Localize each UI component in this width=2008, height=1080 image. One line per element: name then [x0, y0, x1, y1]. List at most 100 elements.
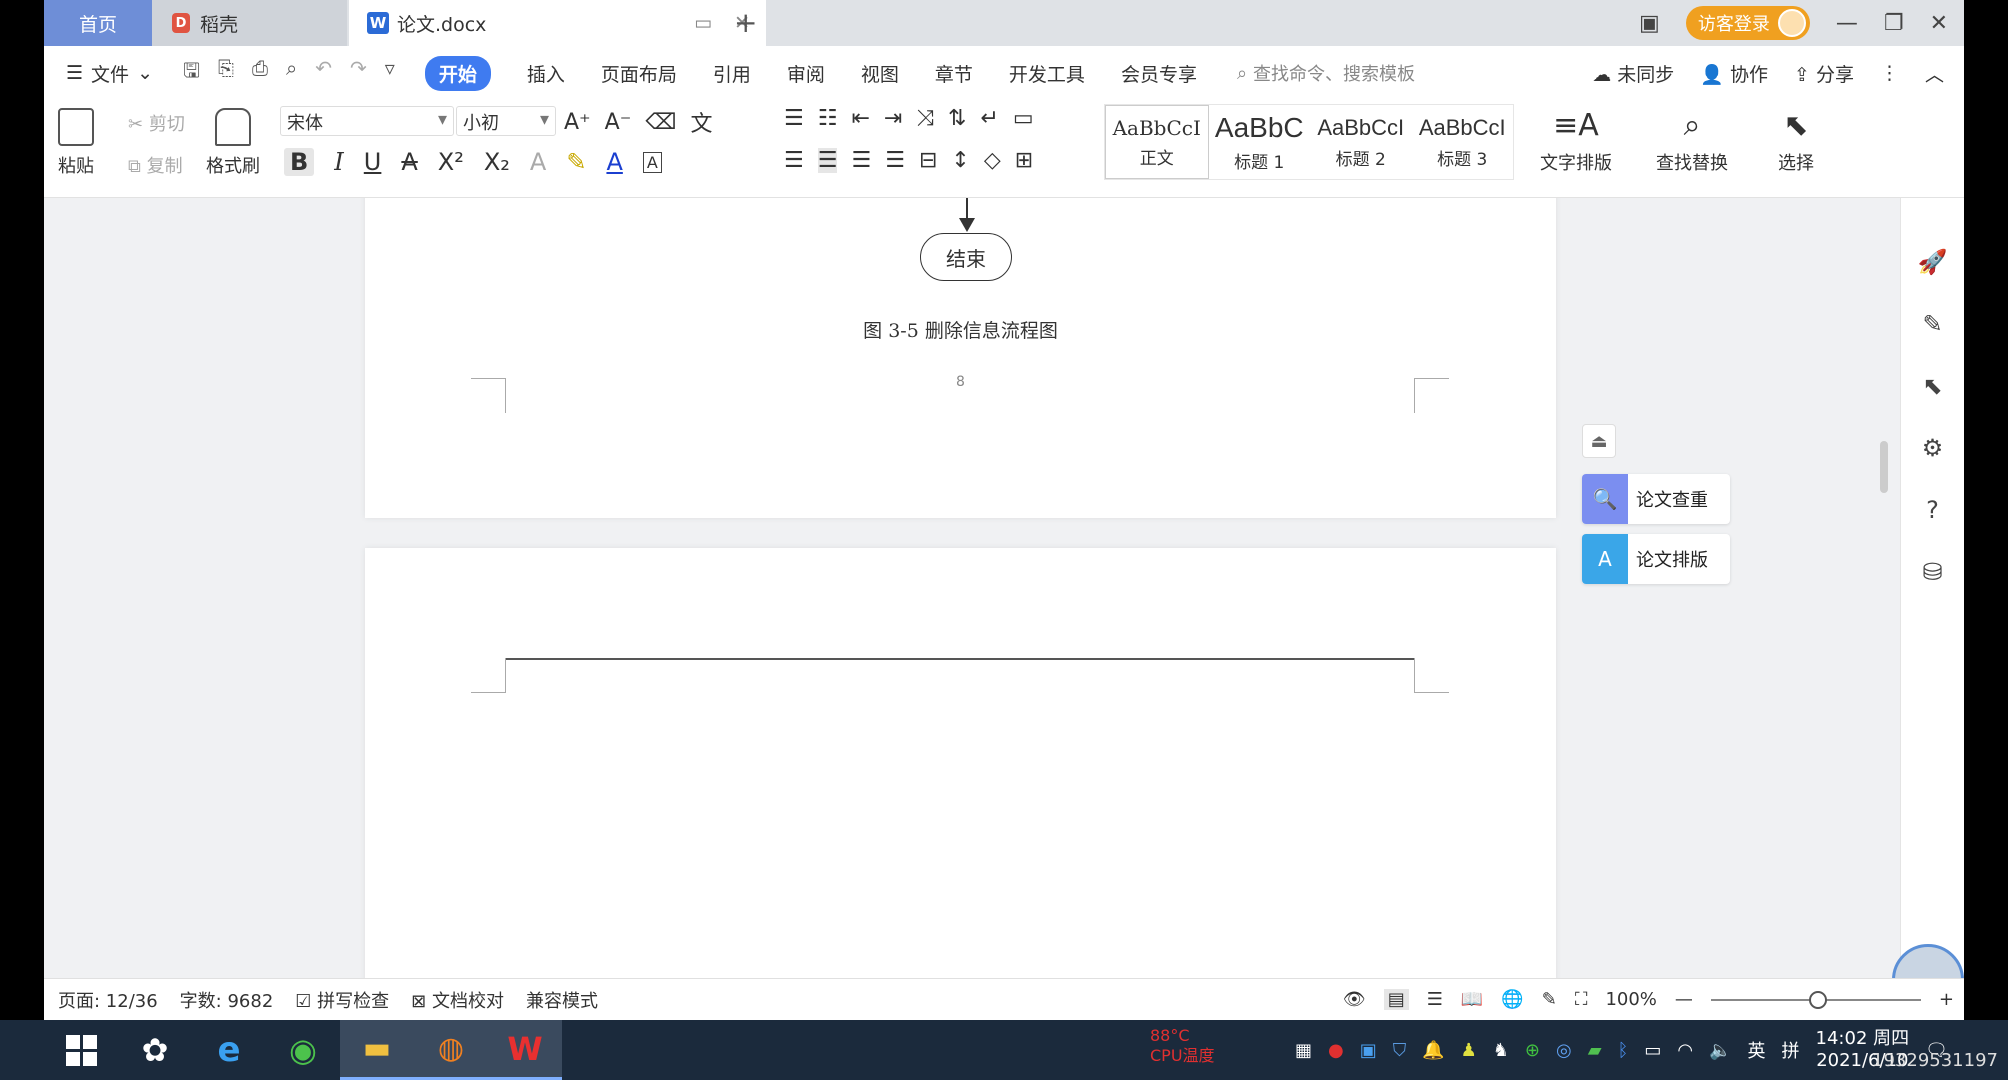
collapse-panel-icon[interactable]: ⏏: [1582, 424, 1616, 458]
thesis-check-button[interactable]: 🔍 论文查重: [1582, 474, 1730, 524]
tab-home[interactable]: 首页: [44, 0, 152, 46]
flowchart-end-node[interactable]: 结束: [920, 233, 1012, 281]
rocket-icon[interactable]: 🚀: [1918, 248, 1948, 276]
vertical-scrollbar[interactable]: [1874, 198, 1894, 978]
document-canvas[interactable]: 结束 图 3-5 删除信息流程图 8 ⏏ 🔍 论文查重 A 论文排版: [44, 198, 1964, 978]
align-right-icon[interactable]: ☰: [851, 148, 871, 173]
text-layout-button[interactable]: ≡A 文字排版: [1540, 108, 1612, 175]
phonetic-guide-icon[interactable]: 文: [690, 106, 712, 138]
font-size-select[interactable]: 小初 ▾: [456, 106, 556, 136]
ime-mode-icon[interactable]: 拼: [1782, 1037, 1800, 1063]
save-icon[interactable]: 🖫: [183, 56, 200, 90]
menu-tab-view[interactable]: 视图: [861, 60, 899, 87]
increase-font-icon[interactable]: A⁺: [564, 110, 591, 135]
collab-button[interactable]: 👤 协作: [1700, 60, 1768, 87]
backup-icon[interactable]: ⛁: [1922, 558, 1942, 586]
zoom-slider-knob[interactable]: [1808, 990, 1827, 1009]
qq-icon[interactable]: ♞: [1493, 1040, 1509, 1061]
share-button[interactable]: ⇪ 分享: [1794, 60, 1854, 87]
undo-icon[interactable]: ↶: [315, 56, 332, 90]
bluetooth-icon[interactable]: ᛒ: [1618, 1040, 1629, 1061]
guest-login-button[interactable]: 访客登录: [1685, 6, 1810, 40]
wifi-icon[interactable]: ◠: [1677, 1040, 1693, 1061]
web-view-icon[interactable]: 🌐: [1501, 989, 1523, 1010]
taskbar-ie[interactable]: e: [192, 1020, 266, 1080]
menu-tab-chapter[interactable]: 章节: [935, 60, 973, 87]
tray-app-icon[interactable]: ▣: [1360, 1040, 1377, 1061]
customize-toolbar-icon[interactable]: ▿: [385, 56, 395, 90]
taskbar-media-app[interactable]: ◍: [414, 1020, 488, 1080]
word-count[interactable]: 字数: 9682: [180, 987, 274, 1013]
clear-format-icon[interactable]: ⌫: [645, 110, 676, 135]
pen-icon[interactable]: ✎: [1922, 310, 1942, 338]
bell-icon[interactable]: 🔔: [1422, 1040, 1444, 1061]
menu-tab-developer[interactable]: 开发工具: [1009, 60, 1085, 87]
start-button[interactable]: [44, 1020, 118, 1080]
zoom-level[interactable]: 100%: [1605, 989, 1656, 1010]
increase-indent-icon[interactable]: ⇥: [884, 106, 902, 131]
float-window-icon[interactable]: ▭: [694, 12, 712, 34]
menu-tab-references[interactable]: 引用: [713, 60, 751, 87]
align-center-icon[interactable]: ☰: [817, 148, 838, 173]
new-tab-button[interactable]: +: [734, 6, 757, 39]
eye-protection-icon[interactable]: 👁: [1343, 989, 1366, 1010]
tray-app-icon[interactable]: ♟: [1461, 1040, 1477, 1061]
underline-icon[interactable]: U: [364, 148, 382, 176]
font-color-icon[interactable]: A: [606, 148, 622, 176]
style-heading-2[interactable]: AaBbCcI 标题 2: [1310, 105, 1412, 179]
thesis-layout-button[interactable]: A 论文排版: [1582, 534, 1730, 584]
paste-button[interactable]: 粘贴: [58, 108, 94, 178]
menu-tab-insert[interactable]: 插入: [527, 60, 565, 87]
menu-tab-page-layout[interactable]: 页面布局: [601, 60, 677, 87]
zoom-out-icon[interactable]: —: [1675, 989, 1693, 1010]
export-pdf-icon[interactable]: ⎘: [218, 56, 234, 90]
taskbar-wps[interactable]: W: [488, 1020, 562, 1080]
format-painter-button[interactable]: 格式刷: [206, 108, 260, 178]
command-search[interactable]: ⌕ 查找命令、搜索模板: [1237, 60, 1415, 86]
volume-icon[interactable]: 🔈: [1709, 1040, 1731, 1061]
print-icon[interactable]: ⎙: [252, 56, 268, 90]
figure-caption[interactable]: 图 3-5 删除信息流程图: [365, 316, 1556, 343]
collapse-ribbon-icon[interactable]: ︿: [1925, 60, 1944, 87]
font-name-select[interactable]: 宋体 ▾: [280, 106, 454, 136]
tab-document[interactable]: W 论文.docx ▭ ✕: [349, 0, 766, 46]
tray-app-icon[interactable]: ◎: [1556, 1040, 1572, 1061]
page-view-icon[interactable]: ▤: [1383, 989, 1409, 1010]
taskbar-app-pinwheel[interactable]: ✿: [118, 1020, 192, 1080]
sort-icon[interactable]: ⇅: [948, 106, 966, 131]
help-icon[interactable]: ?: [1926, 496, 1939, 524]
doc-compare-button[interactable]: ⊠ 文档校对: [411, 987, 504, 1013]
fit-page-icon[interactable]: ⛶: [1575, 989, 1588, 1010]
strikethrough-icon[interactable]: A: [401, 148, 417, 176]
menu-tab-start[interactable]: 开始: [424, 55, 491, 91]
borders-icon[interactable]: ⊞: [1015, 148, 1033, 173]
page-indicator[interactable]: 页面: 12/36: [58, 987, 158, 1013]
minimize-icon[interactable]: —: [1836, 11, 1858, 36]
char-border-icon[interactable]: A: [642, 151, 662, 173]
copy-button[interactable]: ⧉ 复制: [128, 152, 183, 178]
close-window-icon[interactable]: ✕: [1930, 11, 1948, 36]
superscript-icon[interactable]: X²: [438, 148, 464, 176]
numbered-list-icon[interactable]: ☷: [818, 106, 838, 131]
bold-icon[interactable]: B: [284, 148, 315, 176]
window-layout-icon[interactable]: ▣: [1639, 11, 1660, 36]
decrease-indent-icon[interactable]: ⇤: [851, 106, 869, 131]
select-button[interactable]: ⬉ 选择: [1778, 108, 1814, 175]
subscript-icon[interactable]: X₂: [484, 148, 510, 176]
restore-icon[interactable]: ❐: [1884, 11, 1904, 36]
tray-app-icon[interactable]: ⊕: [1525, 1040, 1540, 1061]
text-effect-icon[interactable]: A: [530, 148, 546, 176]
file-menu[interactable]: ☰ 文件 ⌄: [66, 60, 153, 87]
ime-indicator[interactable]: 英: [1748, 1037, 1766, 1063]
shield-icon[interactable]: ⛉: [1393, 1040, 1407, 1061]
scrollbar-thumb[interactable]: [1880, 441, 1888, 493]
italic-icon[interactable]: I: [334, 148, 343, 176]
settings-sliders-icon[interactable]: ⚙: [1922, 434, 1944, 462]
cut-button[interactable]: ✂ 剪切: [128, 110, 185, 136]
tab-daoke[interactable]: D 稻壳: [152, 0, 347, 46]
shading-icon[interactable]: ◇: [984, 148, 1001, 173]
reading-view-icon[interactable]: 📖: [1461, 989, 1483, 1010]
menu-tab-review[interactable]: 审阅: [787, 60, 825, 87]
battery-icon[interactable]: ▭: [1644, 1040, 1661, 1061]
style-heading-3[interactable]: AaBbCcI 标题 3: [1412, 105, 1514, 179]
